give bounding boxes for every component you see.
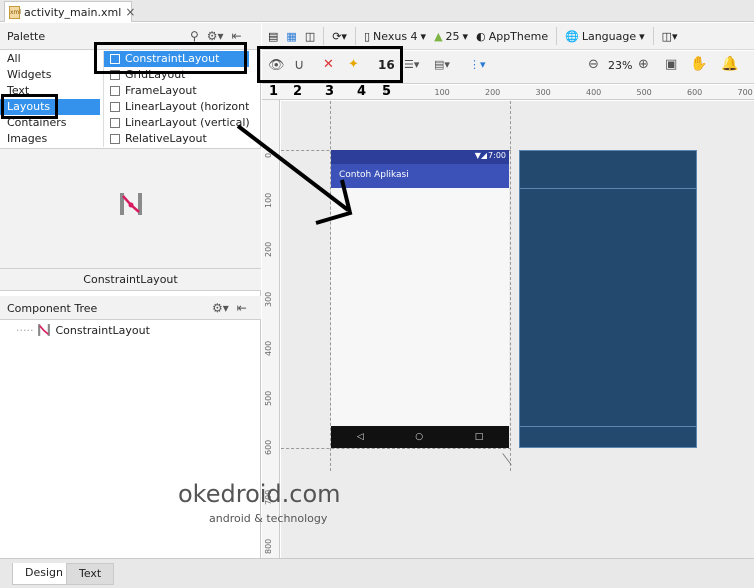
- editor-tab-bar: xml activity_main.xml ×: [0, 0, 754, 22]
- ruler-tick-label: 600: [264, 439, 273, 455]
- status-time: 7:00: [488, 151, 506, 160]
- file-tab-label: activity_main.xml: [24, 5, 122, 19]
- category-widgets[interactable]: Widgets: [0, 67, 100, 83]
- recents-icon: □: [474, 432, 484, 442]
- relative-layout-icon: [110, 134, 120, 144]
- watermark-brand: okedroid.com: [178, 480, 341, 508]
- ruler-tick-label: 200: [264, 241, 273, 257]
- api-selector[interactable]: ▲ 25 ▾: [434, 30, 468, 43]
- component-tree-title: Component Tree: [7, 302, 98, 315]
- zoom-in-icon[interactable]: ⊕: [638, 57, 649, 72]
- device-selector[interactable]: ▯ Nexus 4 ▾: [364, 30, 426, 43]
- file-tab[interactable]: xml activity_main.xml ×: [4, 1, 135, 22]
- zoom-to-fit-icon[interactable]: ▣: [665, 57, 677, 72]
- pack-icon[interactable]: ☰▾: [404, 58, 419, 71]
- annotation-number: 4: [357, 84, 367, 99]
- annotation-number: 5: [382, 84, 392, 99]
- highlight-layouts: [1, 94, 58, 119]
- palette-item-linear-vertical[interactable]: LinearLayout (vertical): [104, 115, 249, 131]
- gear-icon[interactable]: ⚙▾: [207, 29, 224, 43]
- theme-icon: ◐: [476, 29, 486, 43]
- linear-layout-icon: [110, 118, 120, 128]
- annotation-number: 3: [325, 84, 335, 99]
- gear-icon[interactable]: ⚙▾: [212, 301, 229, 315]
- back-icon: ◁: [356, 432, 364, 442]
- palette-item-relativelayout[interactable]: RelativeLayout: [104, 131, 249, 147]
- search-icon[interactable]: ⚲: [190, 29, 199, 43]
- ruler-tick-label: 500: [636, 88, 652, 97]
- ruler-tick-label: 300: [535, 88, 551, 97]
- close-icon[interactable]: ×: [125, 5, 135, 19]
- blueprint-preview[interactable]: [519, 150, 697, 448]
- category-all[interactable]: All: [0, 51, 100, 67]
- design-view-icon[interactable]: ▤: [268, 30, 278, 43]
- tree-connector: ·····: [16, 323, 34, 337]
- palette-preview: [0, 148, 261, 288]
- frame-layout-icon: [110, 86, 120, 96]
- tree-item-label: ConstraintLayout: [55, 323, 150, 337]
- highlight-toolbar: [257, 46, 403, 83]
- preview-label: ConstraintLayout: [0, 268, 261, 291]
- ruler-tick-label: 700: [737, 88, 753, 97]
- language-selector[interactable]: 🌐 Language ▾: [565, 30, 645, 43]
- palette-item-framelayout[interactable]: FrameLayout: [104, 83, 249, 99]
- annotation-number: 1: [269, 84, 279, 99]
- constraint-layout-icon: [38, 324, 51, 336]
- globe-icon: 🌐: [565, 29, 579, 43]
- hide-panel-icon[interactable]: ⇤: [232, 29, 242, 43]
- zoom-level: 23%: [608, 59, 633, 72]
- theme-selector[interactable]: ◐ AppTheme: [476, 30, 548, 43]
- guidelines-icon[interactable]: ⋮▾: [469, 58, 486, 71]
- ruler-tick-label: 100: [434, 88, 450, 97]
- constraint-layout-icon: [120, 193, 142, 215]
- align-icon[interactable]: ▤▾: [434, 58, 450, 71]
- pan-hand-icon[interactable]: ✋: [690, 56, 707, 72]
- ruler-tick-label: 400: [264, 340, 273, 356]
- home-icon: ○: [415, 432, 424, 442]
- ruler-tick-label: 800: [264, 538, 273, 554]
- hide-panel-icon[interactable]: ⇤: [237, 301, 247, 315]
- layout-variants-icon[interactable]: ◫▾: [662, 30, 678, 43]
- component-tree-header: Component Tree ⚙▾ ⇤: [0, 296, 261, 320]
- tree-item-constraintlayout[interactable]: ····· ConstraintLayout: [16, 323, 150, 337]
- xml-file-icon: xml: [9, 5, 21, 19]
- ruler-tick-label: 500: [264, 390, 273, 406]
- annotation-arrow: [236, 124, 353, 225]
- notification-bell-icon[interactable]: 🔔: [721, 56, 738, 72]
- highlight-constraintlayout: [94, 42, 247, 74]
- blueprint-view-icon[interactable]: ▦: [286, 30, 296, 43]
- tab-text[interactable]: Text: [66, 563, 115, 585]
- phone-icon: ▯: [363, 29, 371, 43]
- ruler-tick-label: 200: [485, 88, 501, 97]
- category-images[interactable]: Images: [0, 131, 100, 147]
- annotation-number: 2: [293, 84, 303, 99]
- linear-layout-icon: [110, 102, 120, 112]
- orientation-icon[interactable]: ⟳▾: [332, 30, 347, 43]
- ruler-tick-label: 400: [586, 88, 602, 97]
- ruler-tick-label: 600: [687, 88, 703, 97]
- signal-icon: ▼◢: [474, 151, 487, 160]
- palette-title: Palette: [7, 30, 46, 43]
- watermark-tagline: android & technology: [209, 512, 328, 525]
- ruler-horizontal: 0 100 200 300 400 500 600 700: [262, 85, 754, 100]
- ruler-tick-label: 300: [264, 291, 273, 307]
- android-icon: ▲: [434, 29, 443, 43]
- palette-item-linear-horizontal[interactable]: LinearLayout (horizontal): [104, 99, 249, 115]
- bottom-tab-bar: Design Text: [0, 558, 754, 588]
- zoom-out-icon[interactable]: ⊖: [588, 57, 599, 72]
- both-views-icon[interactable]: ◫: [305, 30, 315, 43]
- navigation-bar: ◁ ○ □: [331, 426, 509, 448]
